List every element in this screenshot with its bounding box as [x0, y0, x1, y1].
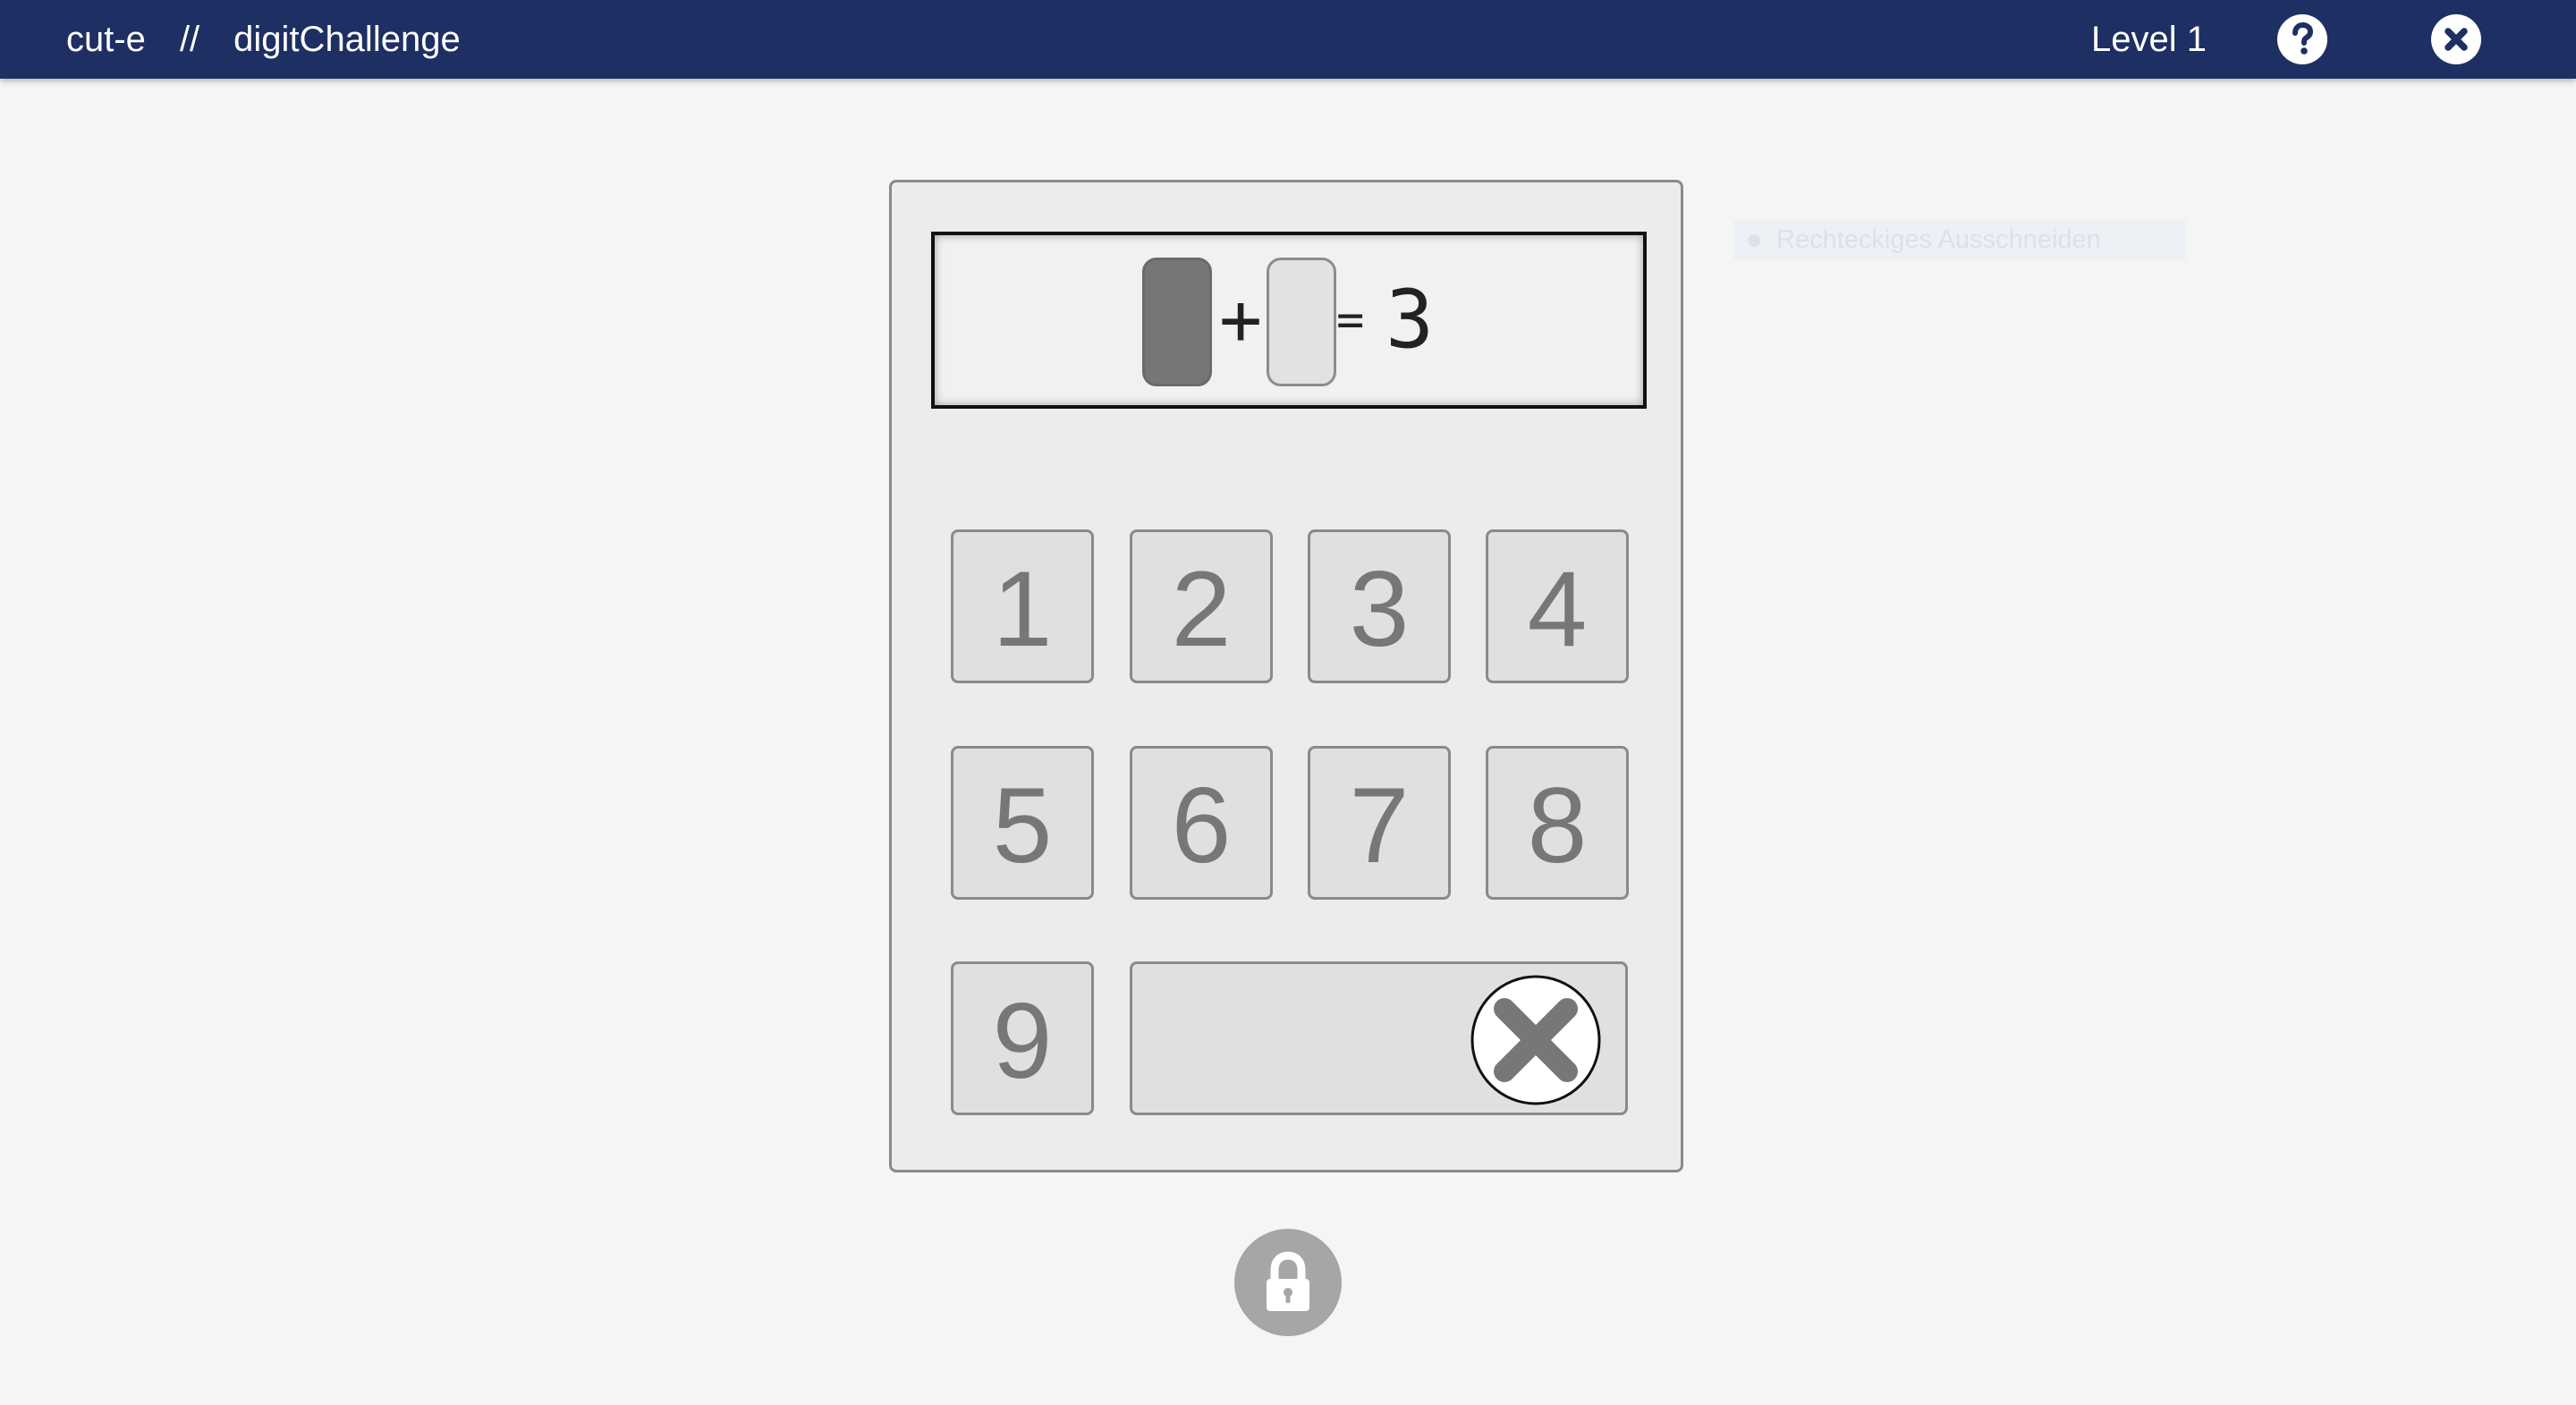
key-6[interactable]: 6: [1130, 746, 1273, 900]
digit-slot-1[interactable]: [1142, 258, 1212, 386]
key-7[interactable]: 7: [1308, 746, 1451, 900]
equals-sign: =: [1336, 293, 1364, 347]
overlay-label: Rechteckiges Ausschneiden: [1776, 225, 2101, 254]
snipping-tool-overlay: Rechteckiges Ausschneiden: [1733, 220, 2186, 259]
level-label: Level 1: [2091, 20, 2207, 59]
delete-key[interactable]: [1130, 961, 1628, 1115]
calculator: + = 3 1 2 3 4 5 6 7 8 9: [889, 180, 1683, 1172]
key-2[interactable]: 2: [1130, 529, 1273, 683]
key-9[interactable]: 9: [951, 961, 1094, 1115]
close-circle-icon: [2445, 28, 2468, 51]
digit-slot-2[interactable]: [1267, 258, 1336, 386]
key-4[interactable]: 4: [1486, 529, 1629, 683]
delete-x-icon: [1470, 975, 1601, 1105]
help-button[interactable]: [2277, 14, 2327, 64]
app-name: digitChallenge: [233, 20, 461, 59]
key-8[interactable]: 8: [1486, 746, 1629, 900]
lock-icon: [1267, 1251, 1309, 1311]
app-title: cut-e // digitChallenge: [66, 0, 461, 79]
top-bar: cut-e // digitChallenge Level 1: [0, 0, 2576, 79]
equation-display: + = 3: [931, 232, 1647, 409]
brand-separator: //: [179, 20, 200, 59]
key-3[interactable]: 3: [1308, 529, 1451, 683]
close-button[interactable]: [2431, 14, 2481, 64]
brand-name: cut-e: [66, 20, 146, 59]
result-value: 3: [1385, 273, 1435, 367]
key-5[interactable]: 5: [951, 746, 1094, 900]
lock-button[interactable]: [1234, 1229, 1342, 1336]
question-circle-icon: [2292, 21, 2314, 55]
operator-plus: +: [1219, 278, 1263, 361]
overlay-dot-icon: [1748, 234, 1760, 248]
key-1[interactable]: 1: [951, 529, 1094, 683]
